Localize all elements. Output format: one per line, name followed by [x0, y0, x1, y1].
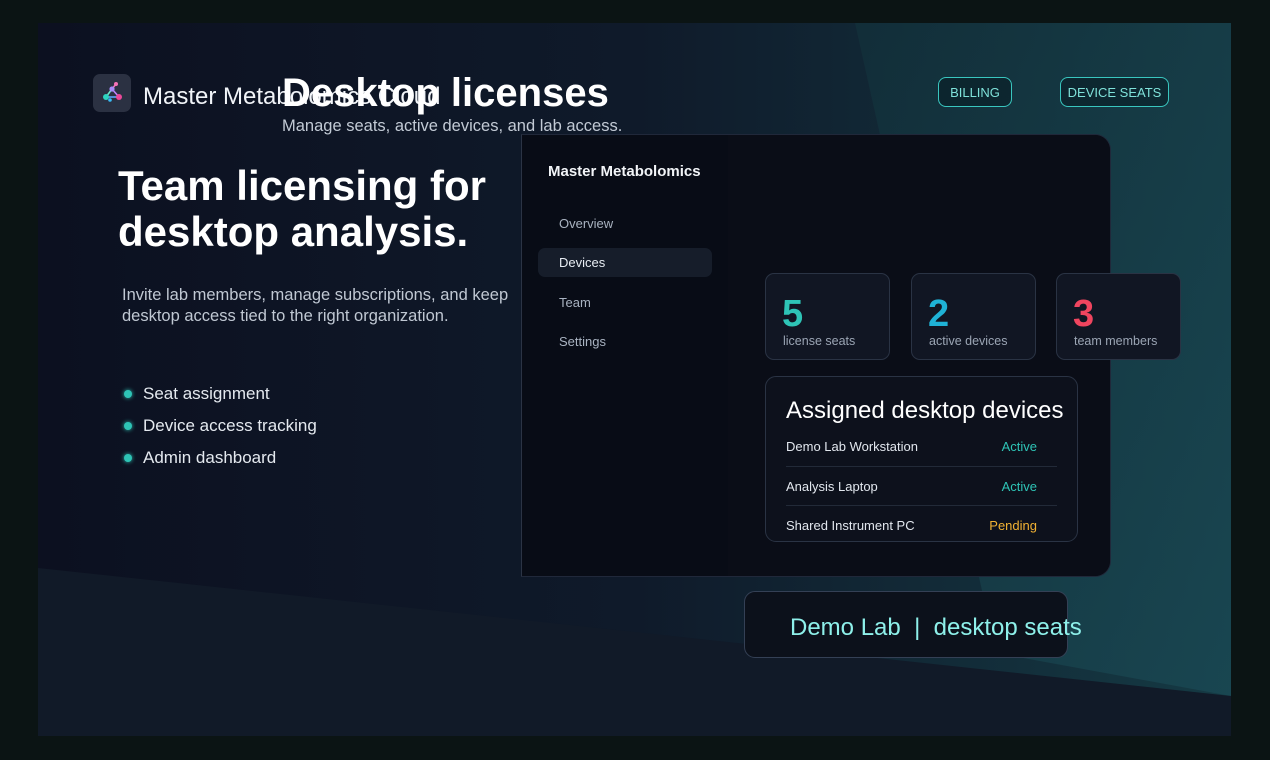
org-seats-text: Demo Lab | desktop seats: [790, 614, 1082, 642]
status-badge: Active: [1001, 439, 1037, 454]
feature-item: Device access tracking: [122, 414, 317, 446]
sidebar-item-devices[interactable]: Devices: [538, 248, 712, 277]
device-name: Demo Lab Workstation: [786, 439, 918, 454]
page-subtitle: Manage seats, active devices, and lab ac…: [282, 117, 623, 135]
feature-item: Seat assignment: [122, 382, 317, 414]
sidebar-brand: Master Metabolomics: [548, 163, 701, 180]
org-seats-badge: Demo Lab | desktop seats: [744, 591, 1082, 658]
stat-label: active devices: [929, 334, 1008, 348]
bullet-dot-icon: [124, 454, 132, 462]
panel-sidebar: Master Metabolomics Overview Devices Tea…: [522, 135, 728, 576]
device-row[interactable]: Analysis Laptop Active: [786, 466, 1057, 505]
stat-value: 5: [782, 293, 804, 335]
assigned-devices-card: Assigned desktop devices Demo Lab Workst…: [765, 376, 1078, 542]
status-badge: Active: [1001, 478, 1037, 494]
stat-card-active-devices: 2 active devices: [911, 273, 1036, 360]
separator: |: [914, 614, 921, 641]
stat-value: 3: [1073, 293, 1095, 335]
device-row[interactable]: Shared Instrument PC Pending: [786, 505, 1057, 544]
device-name: Shared Instrument PC: [786, 517, 915, 533]
seats-label: desktop seats: [933, 614, 1082, 641]
stat-card-license-seats: 5 license seats: [765, 273, 890, 360]
network-molecule-icon: [103, 82, 122, 102]
devices-card-title: Assigned desktop devices: [786, 397, 1064, 424]
bullet-dot-icon: [124, 422, 132, 430]
stat-card-team-members: 3 team members: [1056, 273, 1181, 360]
app-logo[interactable]: [93, 74, 131, 112]
feature-list: Seat assignment Device access tracking A…: [122, 382, 317, 478]
status-badge: Pending: [989, 517, 1037, 533]
feature-label: Device access tracking: [143, 416, 317, 435]
page-title: Desktop licenses: [282, 71, 609, 115]
sidebar-item-overview[interactable]: Overview: [538, 209, 712, 238]
feature-item: Admin dashboard: [122, 446, 317, 478]
app-frame: Master Metabolomics Cloud BILLING DEVICE…: [38, 23, 1231, 736]
bullet-dot-icon: [124, 390, 132, 398]
device-seats-button[interactable]: DEVICE SEATS: [1060, 77, 1169, 107]
device-row[interactable]: Demo Lab Workstation Active: [786, 427, 1057, 466]
device-name: Analysis Laptop: [786, 478, 878, 494]
billing-button[interactable]: BILLING: [938, 77, 1012, 107]
stat-label: license seats: [783, 334, 856, 348]
stat-label: team members: [1074, 334, 1158, 348]
feature-label: Seat assignment: [143, 384, 270, 403]
hero-title: Team licensing for desktop analysis.: [118, 162, 486, 255]
stat-value: 2: [928, 293, 950, 335]
hero-subtitle: Invite lab members, manage subscriptions…: [122, 286, 509, 325]
feature-label: Admin dashboard: [143, 448, 277, 467]
sidebar-item-settings[interactable]: Settings: [538, 327, 712, 356]
sidebar-item-team[interactable]: Team: [538, 288, 712, 317]
org-name: Demo Lab: [790, 614, 901, 641]
